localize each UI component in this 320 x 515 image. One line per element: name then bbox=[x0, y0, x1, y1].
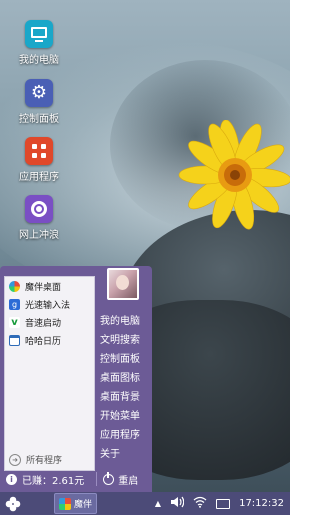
desktop-icon-browser[interactable]: 网上冲浪 bbox=[4, 195, 74, 241]
desktop-icon-label: 网上冲浪 bbox=[19, 230, 59, 241]
calendar-icon bbox=[9, 334, 20, 346]
desktop-icon-control-panel[interactable]: ⚙ 控制面板 bbox=[4, 79, 74, 125]
power-icon bbox=[103, 471, 115, 485]
divider bbox=[96, 472, 98, 486]
desktop-icon-my-computer[interactable]: 我的电脑 bbox=[4, 20, 74, 66]
browser-icon bbox=[25, 195, 53, 223]
taskbar: 魔伴 ▲ 17:12:32 bbox=[0, 492, 290, 515]
program-item-label: 魔伴桌面 bbox=[25, 282, 62, 293]
menu-link-about[interactable]: 关于 bbox=[100, 445, 150, 464]
desktop-icon-label: 控制面板 bbox=[19, 114, 59, 125]
computer-icon bbox=[25, 20, 53, 48]
earnings-text: 已赚：2.61元 bbox=[22, 475, 85, 487]
menu-link-desktop-background[interactable]: 桌面背景 bbox=[100, 388, 150, 407]
keyboard-icon[interactable] bbox=[216, 498, 231, 509]
desktop-icon-label: 应用程序 bbox=[19, 172, 59, 183]
clover-icon bbox=[5, 496, 21, 511]
volume-icon[interactable] bbox=[170, 496, 185, 511]
program-item-calendar[interactable]: 哈哈日历 bbox=[5, 331, 94, 349]
start-menu: 魔伴桌面 g 光速输入法 v 音速启动 哈哈日历 ➜ 所有程序 我的电脑 文明搜… bbox=[0, 266, 152, 492]
info-icon: i bbox=[6, 473, 17, 485]
program-item-mobanzhuomian[interactable]: 魔伴桌面 bbox=[5, 277, 94, 295]
program-item-label: 音速启动 bbox=[25, 318, 62, 329]
system-tray: ▲ 17:12:32 bbox=[155, 496, 290, 511]
chevron-up-icon[interactable]: ▲ bbox=[155, 499, 161, 508]
menu-link-start-menu[interactable]: 开始菜单 bbox=[100, 407, 150, 426]
menu-link-control-panel[interactable]: 控制面板 bbox=[100, 350, 150, 369]
menu-link-my-computer[interactable]: 我的电脑 bbox=[100, 312, 150, 331]
all-programs-button[interactable]: ➜ 所有程序 bbox=[9, 453, 62, 466]
program-item-label: 光速输入法 bbox=[25, 300, 71, 311]
start-menu-links: 我的电脑 文明搜索 控制面板 桌面图标 桌面背景 开始菜单 应用程序 关于 bbox=[100, 312, 150, 464]
clock: 17:12:32 bbox=[239, 498, 284, 509]
restart-button[interactable]: 重启 bbox=[103, 471, 139, 487]
arrow-right-icon: ➜ bbox=[9, 453, 21, 466]
launcher-icon: v bbox=[9, 316, 20, 328]
start-menu-bottom-bar: i 已赚：2.61元 重启 bbox=[0, 468, 152, 490]
menu-link-search[interactable]: 文明搜索 bbox=[100, 331, 150, 350]
taskbar-app-moban[interactable]: 魔伴 bbox=[54, 493, 98, 514]
start-button[interactable] bbox=[0, 492, 26, 515]
gear-icon: ⚙ bbox=[25, 79, 53, 107]
program-item-input-method[interactable]: g 光速输入法 bbox=[5, 295, 94, 313]
input-method-icon: g bbox=[9, 298, 20, 310]
menu-link-desktop-icons[interactable]: 桌面图标 bbox=[100, 369, 150, 388]
start-menu-programs-panel: 魔伴桌面 g 光速输入法 v 音速启动 哈哈日历 ➜ 所有程序 bbox=[4, 276, 95, 471]
user-avatar[interactable] bbox=[107, 268, 139, 300]
all-programs-label: 所有程序 bbox=[26, 456, 63, 466]
menu-link-applications[interactable]: 应用程序 bbox=[100, 426, 150, 445]
pinwheel-icon bbox=[9, 280, 20, 292]
apps-icon bbox=[25, 137, 53, 165]
pinwheel-icon bbox=[59, 497, 71, 510]
desktop-icon-label: 我的电脑 bbox=[19, 55, 59, 66]
restart-label: 重启 bbox=[118, 475, 139, 487]
taskbar-app-label: 魔伴 bbox=[74, 500, 93, 510]
program-item-launcher[interactable]: v 音速启动 bbox=[5, 313, 94, 331]
program-item-label: 哈哈日历 bbox=[25, 336, 62, 347]
desktop-icon-applications[interactable]: 应用程序 bbox=[4, 137, 74, 183]
wifi-icon[interactable] bbox=[193, 496, 207, 511]
wallpaper-yellow-flower bbox=[178, 120, 290, 230]
